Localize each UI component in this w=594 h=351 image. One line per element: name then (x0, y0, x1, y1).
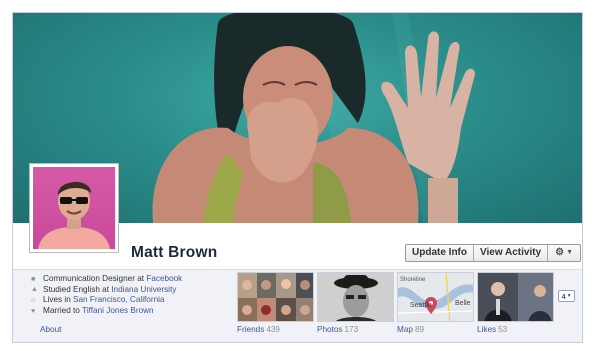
about-relationship: ♥ Married to Tiffani Jones Brown (31, 306, 182, 317)
profile-info-section: ■ Communication Designer at Facebook ▲ S… (13, 269, 582, 342)
about-education: ▲ Studied English at Indiana University (31, 285, 182, 296)
avatar-portrait (38, 181, 110, 249)
update-info-button[interactable]: Update Info (406, 245, 474, 261)
photos-count: 173 (344, 325, 359, 334)
more-apps-button[interactable]: 4 ▼ (558, 290, 575, 302)
friends-app[interactable]: Friends 439 (237, 272, 314, 334)
more-apps-count: 4 (561, 291, 566, 301)
graduation-cap-icon: ▲ (31, 286, 38, 294)
likes-app[interactable]: Likes 53 (477, 272, 554, 334)
photos-app[interactable]: Photos 173 (317, 272, 394, 334)
about-lives-text: Lives in (43, 295, 71, 305)
heart-icon: ♥ (31, 307, 36, 315)
photos-thumbnail (317, 272, 394, 322)
timeline-frame: Matt Brown Update Info View Activity ⚙ ▼ (12, 12, 583, 343)
work-link[interactable]: Facebook (146, 274, 182, 285)
profile-name[interactable]: Matt Brown (131, 244, 217, 262)
home-icon: ⌂ (31, 296, 36, 304)
about-relationship-text: Married to (43, 305, 80, 315)
map-thumbnail: Shoreline Seattle Belle (397, 272, 474, 322)
avatar[interactable] (29, 163, 119, 253)
education-link[interactable]: Indiana University (111, 285, 176, 296)
caret-down-icon: ▼ (566, 293, 572, 299)
about-work: ■ Communication Designer at Facebook (31, 274, 182, 285)
apps-row: Friends 439 Photos 173 Shoreline Seattle… (237, 272, 554, 334)
about-link[interactable]: About (40, 325, 61, 334)
avatar-photo (33, 167, 115, 249)
gear-icon: ⚙ (555, 247, 565, 258)
likes-thumbnail (477, 272, 554, 322)
friends-count: 439 (266, 325, 280, 334)
about-lives: ⌂ Lives in San Francisco, California (31, 295, 182, 306)
likes-count: 53 (498, 325, 508, 334)
profile-actions: Update Info View Activity ⚙ ▼ (405, 244, 582, 262)
location-link[interactable]: San Francisco, California (73, 295, 164, 306)
settings-dropdown-button[interactable]: ⚙ ▼ (548, 245, 580, 261)
briefcase-icon: ■ (31, 275, 36, 283)
map-app[interactable]: Shoreline Seattle Belle Map 89 (397, 272, 474, 334)
friends-label: Friends (237, 325, 265, 334)
about-work-text: Communication Designer at (43, 274, 145, 283)
photos-label: Photos (317, 325, 343, 334)
map-count: 89 (414, 325, 425, 334)
about-education-text: Studied English at (43, 284, 109, 294)
friends-thumbnail (237, 272, 314, 322)
about-list: ■ Communication Designer at Facebook ▲ S… (31, 274, 182, 316)
map-label-shoreline: Shoreline (400, 277, 426, 283)
map-label-seattle: Seattle (410, 302, 432, 309)
map-label-belle: Belle (455, 300, 471, 307)
likes-label: Likes (477, 325, 497, 334)
caret-down-icon: ▼ (566, 249, 574, 256)
view-activity-button[interactable]: View Activity (474, 245, 549, 261)
spouse-link[interactable]: Tiffani Jones Brown (82, 306, 153, 317)
map-label: Map (397, 325, 413, 334)
